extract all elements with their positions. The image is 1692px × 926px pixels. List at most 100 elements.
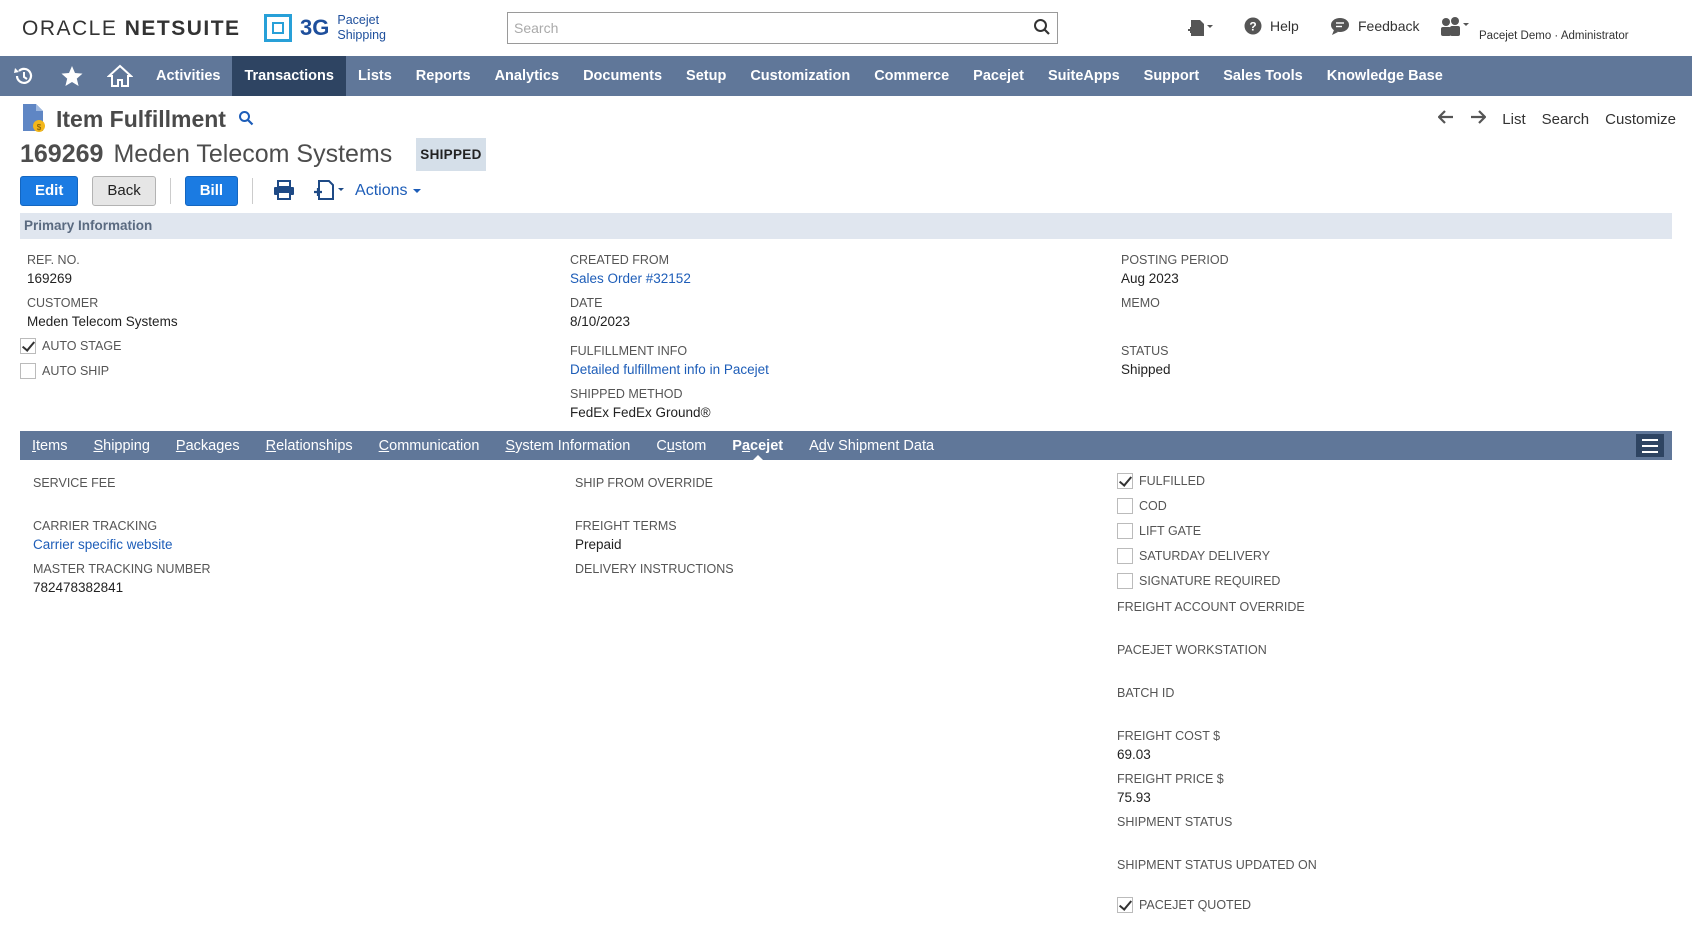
netsuite-logo[interactable]: ORACLE NETSUITE	[22, 17, 241, 41]
main-nav: Activities Transactions Lists Reports Analyt…	[0, 56, 1692, 96]
help-link[interactable]: ? Help	[1244, 17, 1299, 35]
saturday-delivery-checkbox[interactable]: SATURDAY DELIVERY	[1117, 548, 1270, 564]
recent-history-icon[interactable]	[0, 56, 48, 96]
tab-accesskey: C	[378, 437, 390, 454]
svg-text:$: $	[37, 123, 42, 132]
delivery-instructions-field: DELIVERY INSTRUCTIONS	[575, 562, 734, 576]
bill-button[interactable]: Bill	[184, 176, 239, 206]
posting-period-field: POSTING PERIOD Aug 2023	[1121, 253, 1229, 286]
nav-reports[interactable]: Reports	[404, 56, 483, 96]
actions-menu[interactable]: Actions	[355, 182, 421, 200]
recent-records-icon[interactable]	[1188, 18, 1222, 38]
cod-checkbox[interactable]: COD	[1117, 498, 1167, 514]
field-value: Prepaid	[575, 537, 622, 552]
field-label: SHIPPED METHOD	[570, 387, 683, 401]
checkbox[interactable]	[1117, 523, 1133, 539]
field-label: CREATED FROM	[570, 253, 670, 267]
feedback-link[interactable]: Feedback	[1330, 17, 1419, 35]
nav-documents[interactable]: Documents	[571, 56, 674, 96]
tab-accesskey: S	[505, 437, 516, 454]
signature-required-checkbox[interactable]: SIGNATURE REQUIRED	[1117, 573, 1280, 589]
auto-ship-checkbox[interactable]: AUTO SHIP	[20, 363, 109, 379]
tab-packages[interactable]: Packages	[176, 438, 240, 454]
record-summary: 169269 Meden Telecom Systems SHIPPED	[20, 138, 486, 171]
tab-system-information[interactable]: System Information	[505, 438, 630, 454]
lift-gate-checkbox[interactable]: LIFT GATE	[1117, 523, 1201, 539]
nav-pacejet[interactable]: Pacejet	[961, 56, 1036, 96]
customize-link[interactable]: Customize	[1605, 111, 1676, 128]
nav-suiteapps[interactable]: SuiteApps	[1036, 56, 1132, 96]
nav-sales-tools[interactable]: Sales Tools	[1211, 56, 1315, 96]
checkbox[interactable]	[20, 363, 36, 379]
nav-knowledge-base[interactable]: Knowledge Base	[1315, 56, 1455, 96]
pacejet-quoted-checkbox[interactable]: PACEJET QUOTED	[1117, 897, 1251, 913]
checkbox[interactable]	[1117, 548, 1133, 564]
auto-stage-checkbox[interactable]: AUTO STAGE	[20, 338, 121, 354]
tab-custom[interactable]: Custom	[656, 438, 706, 454]
checkbox[interactable]	[1117, 498, 1133, 514]
checkbox[interactable]	[1117, 573, 1133, 589]
search-icon[interactable]	[1033, 18, 1051, 39]
nav-lists[interactable]: Lists	[346, 56, 404, 96]
new-document-menu-icon[interactable]	[313, 179, 347, 204]
edit-button[interactable]: Edit	[20, 176, 79, 206]
carrier-tracking-link[interactable]: Carrier specific website	[33, 537, 173, 552]
tab-items[interactable]: Items	[32, 438, 67, 454]
nav-activities[interactable]: Activities	[144, 56, 232, 96]
field-label: REF. NO.	[27, 253, 80, 267]
status-field: STATUS Shipped	[1121, 344, 1171, 377]
record-search-icon[interactable]	[238, 110, 254, 129]
field-value: 8/10/2023	[570, 314, 631, 329]
tab-label-part: C	[656, 437, 667, 454]
next-record-icon[interactable]	[1470, 110, 1487, 128]
checkbox[interactable]	[1117, 473, 1133, 489]
field-label: STATUS	[1121, 344, 1169, 358]
tab-accesskey: d	[818, 437, 827, 454]
tab-adv-shipment-data[interactable]: Adv Shipment Data	[809, 438, 934, 454]
previous-record-icon[interactable]	[1437, 110, 1454, 128]
favorites-star-icon[interactable]	[48, 56, 96, 96]
tab-relationships[interactable]: Relationships	[266, 438, 353, 454]
freight-account-override-field: FREIGHT ACCOUNT OVERRIDE	[1117, 600, 1305, 614]
tab-label-part: ommunication	[389, 437, 480, 454]
back-button[interactable]: Back	[92, 176, 156, 206]
primary-information-header[interactable]: Primary Information	[20, 213, 1672, 239]
tab-communication[interactable]: Communication	[379, 438, 480, 454]
global-search-input[interactable]	[508, 13, 1008, 43]
search-link[interactable]: Search	[1542, 111, 1590, 128]
tab-label-part: stom	[674, 437, 707, 454]
checkbox-label: COD	[1139, 499, 1167, 513]
field-label: SHIP FROM OVERRIDE	[575, 476, 713, 490]
checkbox[interactable]	[1117, 897, 1133, 913]
nav-support[interactable]: Support	[1132, 56, 1212, 96]
user-role-label[interactable]: Pacejet Demo · Administrator	[1479, 30, 1629, 42]
field-value: 782478382841	[33, 580, 124, 595]
fulfilled-checkbox[interactable]: FULFILLED	[1117, 473, 1205, 489]
nav-transactions[interactable]: Transactions	[232, 56, 346, 96]
feedback-icon	[1331, 18, 1349, 35]
tab-shipping[interactable]: Shipping	[93, 438, 149, 454]
checkbox-label: AUTO SHIP	[42, 364, 110, 378]
nav-setup[interactable]: Setup	[674, 56, 738, 96]
checkbox-label: SIGNATURE REQUIRED	[1139, 574, 1281, 588]
freight-cost-field: FREIGHT COST $ 69.03	[1117, 729, 1220, 762]
tab-pacejet[interactable]: Pacejet	[732, 437, 784, 462]
shipment-status-field: SHIPMENT STATUS	[1117, 815, 1232, 829]
checkbox-label: SATURDAY DELIVERY	[1139, 549, 1271, 563]
tab-layout-menu-icon[interactable]	[1636, 434, 1664, 457]
list-link[interactable]: List	[1502, 111, 1525, 128]
nav-commerce[interactable]: Commerce	[862, 56, 961, 96]
nav-customization[interactable]: Customization	[738, 56, 862, 96]
tab-label-part: cejet	[750, 437, 784, 454]
checkbox-label: PACEJET QUOTED	[1139, 898, 1252, 912]
tab-accesskey: u	[666, 437, 675, 454]
fulfillment-info-link[interactable]: Detailed fulfillment info in Pacejet	[570, 362, 769, 377]
home-icon[interactable]	[96, 56, 144, 96]
field-label: CARRIER TRACKING	[33, 519, 158, 533]
nav-analytics[interactable]: Analytics	[483, 56, 571, 96]
role-menu-icon[interactable]	[1440, 16, 1478, 38]
sales-order-link[interactable]: Sales Order #32152	[570, 271, 691, 286]
print-icon[interactable]	[273, 179, 295, 203]
tab-label-part: A	[809, 437, 819, 454]
checkbox[interactable]	[20, 338, 36, 354]
